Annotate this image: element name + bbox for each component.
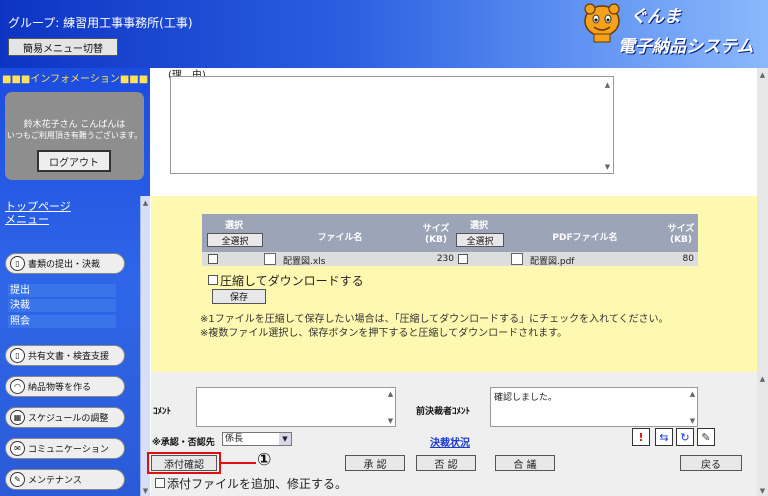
save-button[interactable]: 保存: [212, 289, 266, 304]
comment-scroll-up-icon[interactable]: ▲: [386, 389, 395, 398]
top-page-link-line1[interactable]: トップページ: [5, 200, 71, 213]
col-header-pdf-filename: PDFファイル名: [552, 233, 618, 243]
sidebar-item-shared-docs[interactable]: ▯ 共有文書・検査支援: [5, 345, 125, 366]
add-attachment-label: 添付ファイルを追加、修正する。: [167, 477, 348, 491]
file-select-checkbox[interactable]: [208, 254, 218, 264]
file-icon: [264, 253, 276, 265]
col-header-pdf-size-unit: (KB): [669, 235, 693, 245]
sidebar-scroll-up-icon[interactable]: ▲: [141, 198, 150, 207]
pdf-file-icon: [511, 253, 523, 265]
note-line-1: ※1ファイルを圧縮して保存したい場合は、「圧縮してダウンロードする」にチェックを…: [200, 314, 669, 325]
comment-label: ｺﾒﾝﾄ: [153, 407, 172, 417]
prev-comment-label: 前決裁者ｺﾒﾝﾄ: [416, 407, 471, 417]
add-attachment-checkbox[interactable]: [155, 478, 165, 488]
sidebar-item-schedule[interactable]: ▦ スケジュールの調整: [5, 407, 125, 428]
col-header-pdf-select: 選択: [469, 221, 488, 231]
sidebar-item-maintenance[interactable]: ✎ メンテナンス: [5, 469, 125, 490]
pdf-file-size: 80: [682, 254, 694, 264]
prev-comment-textarea[interactable]: 確認しました。: [490, 387, 698, 427]
document-icon: ▯: [10, 256, 25, 271]
reject-button[interactable]: 否 認: [416, 455, 476, 471]
approver-label: ※承認・否認先: [152, 438, 215, 448]
sidebar-item-label: スケジュールの調整: [28, 414, 109, 424]
edit-icon[interactable]: ✎: [697, 428, 715, 446]
menu-switch-button[interactable]: 簡易メニュー切替: [8, 38, 118, 56]
col-header-size: サイズ: [422, 224, 450, 234]
greeting-line-1: 鈴木花子さん こんばんは: [23, 120, 126, 130]
approver-select[interactable]: 係長 ▼: [222, 432, 292, 446]
information-label: ■■■インフォメーション■■■: [2, 74, 149, 85]
sidebar-item-label: メンテナンス: [28, 476, 82, 486]
group-name: グループ: 練習用工事事務所(工事): [8, 16, 193, 30]
col-header-size-unit: (KB): [424, 235, 448, 245]
greeting-line-2: いつもご利用頂き有難うございます。: [6, 131, 143, 140]
mail-icon: ✉: [10, 441, 25, 456]
compress-checkbox[interactable]: [208, 275, 218, 285]
approval-status-link[interactable]: 決裁状況: [430, 434, 470, 449]
sidebar-item-communication[interactable]: ✉ コミュニケーション: [5, 438, 125, 459]
shared-document-icon: ▯: [10, 348, 25, 363]
pdf-file-name-link[interactable]: 配置図.pdf: [530, 254, 574, 267]
attach-confirm-button[interactable]: 添付確認: [151, 455, 217, 471]
sidebar-subitem-approve[interactable]: 決裁: [8, 299, 116, 312]
back-button[interactable]: 戻る: [680, 455, 742, 471]
main-scroll-up-icon[interactable]: ▲: [758, 70, 767, 79]
sidebar-item-label: コミュニケーション: [28, 445, 109, 455]
main-scrollbar-bottom[interactable]: [757, 372, 768, 496]
col-header-select: 選択: [224, 221, 243, 231]
top-page-link-line2[interactable]: メニュー: [5, 213, 71, 226]
file-size: 230: [436, 254, 454, 264]
select-all-button[interactable]: 全選択: [207, 233, 263, 247]
file-name-link[interactable]: 配置図.xls: [283, 254, 325, 267]
sidebar-item-label: 共有文書・検査支援: [28, 352, 110, 362]
main-scrollbar-middle[interactable]: [757, 196, 768, 372]
chevron-down-icon: ▼: [279, 433, 291, 445]
pdf-select-all-button[interactable]: 全選択: [456, 233, 504, 247]
prev-comment-scroll-up-icon[interactable]: ▲: [688, 389, 697, 398]
approver-select-value: 係長: [225, 434, 244, 444]
compress-label: 圧縮してダウンロードする: [220, 274, 364, 288]
create-icon: ◠: [10, 379, 25, 394]
sidebar-item-label: 書類の提出・決裁: [28, 260, 101, 270]
alert-icon[interactable]: !: [632, 428, 650, 446]
annotation-marker: ①: [257, 450, 272, 470]
bottom-scroll-up-icon[interactable]: ▲: [758, 374, 767, 383]
note-line-2: ※複数ファイル選択し、保存ボタンを押下すると圧縮してダウンロードされます。: [200, 328, 568, 339]
main-scrollbar-top[interactable]: [757, 68, 768, 196]
col-header-filename: ファイル名: [317, 233, 363, 243]
sidebar-scroll-down-icon[interactable]: ▼: [141, 486, 150, 495]
sidebar-subitem-submit[interactable]: 提出: [8, 284, 116, 297]
logout-button[interactable]: ログアウト: [37, 150, 111, 172]
top-page-link[interactable]: トップページ メニュー: [5, 200, 71, 226]
pdf-select-checkbox[interactable]: [458, 254, 468, 264]
wrench-icon: ✎: [10, 472, 25, 487]
annotation-line: [221, 462, 256, 464]
sidebar-item-create-deliverables[interactable]: ◠ 納品物等を作る: [5, 376, 125, 397]
comment-textarea[interactable]: [196, 387, 396, 427]
bottom-scroll-down-icon[interactable]: ▼: [758, 486, 767, 495]
prev-comment-scroll-down-icon[interactable]: ▼: [688, 416, 697, 425]
logo-text-bottom: 電子納品システム: [618, 37, 754, 57]
sidebar-item-label: 納品物等を作る: [28, 383, 92, 393]
reason-textarea[interactable]: [170, 76, 614, 174]
sidebar-subitem-inquiry[interactable]: 照会: [8, 315, 116, 328]
approve-button[interactable]: 承 認: [345, 455, 405, 471]
reason-scroll-up-icon[interactable]: ▲: [603, 80, 612, 89]
refresh-icon[interactable]: ↻: [676, 428, 694, 446]
sidebar-scrollbar[interactable]: [140, 196, 150, 496]
reason-scroll-down-icon[interactable]: ▼: [603, 162, 612, 171]
link-icon[interactable]: ⇆: [655, 428, 673, 446]
logo-text-top: ぐんま: [630, 7, 681, 27]
comment-scroll-down-icon[interactable]: ▼: [386, 416, 395, 425]
col-header-pdf-size: サイズ: [667, 224, 695, 234]
sidebar-item-submit-approve[interactable]: ▯ 書類の提出・決裁: [5, 253, 125, 274]
calendar-icon: ▦: [10, 410, 25, 425]
consult-button[interactable]: 合 議: [495, 455, 555, 471]
